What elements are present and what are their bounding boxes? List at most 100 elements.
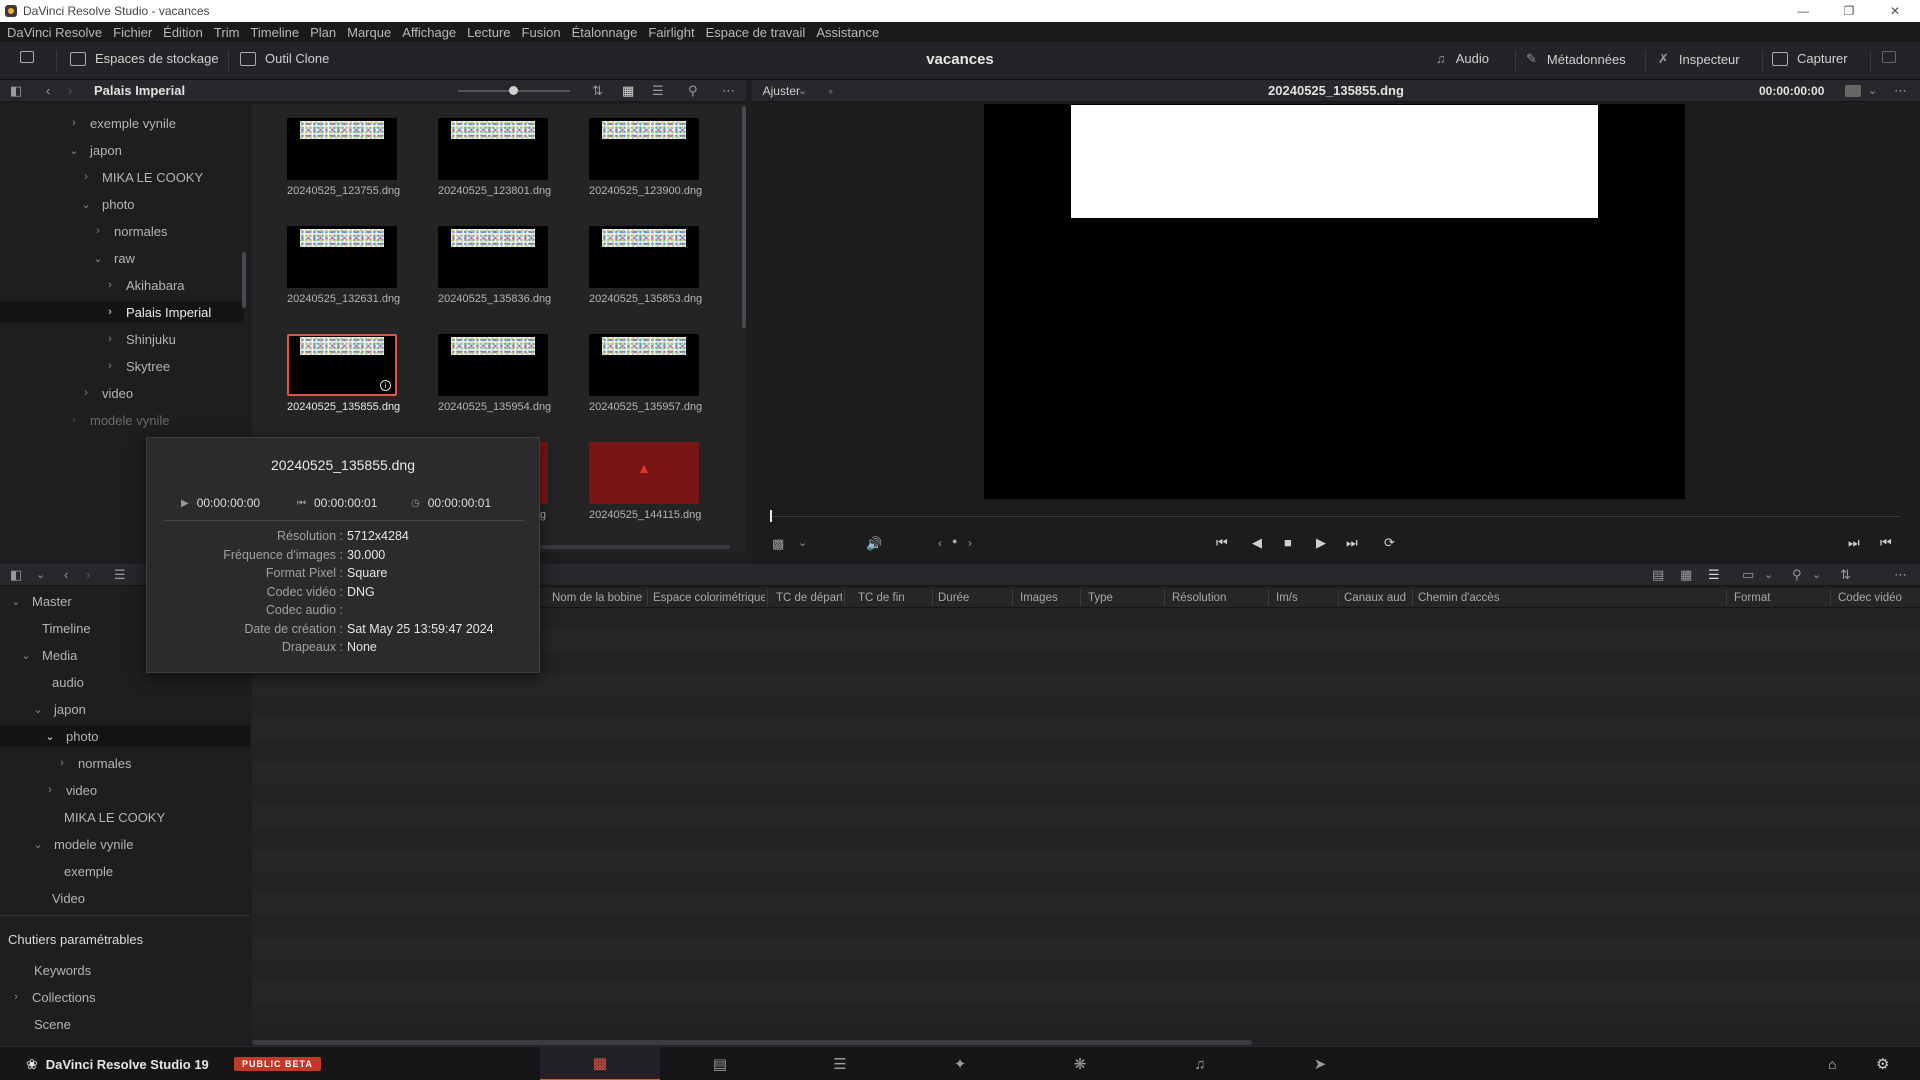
menu-etalonnage[interactable]: Étalonnage <box>572 25 638 40</box>
sort-icon[interactable]: ⇅ <box>592 83 603 99</box>
page-media[interactable]: ▩ <box>540 1047 660 1080</box>
forward-icon[interactable]: › <box>86 567 90 582</box>
mark-in-icon[interactable]: ⏭ <box>1848 535 1860 551</box>
bin-normales[interactable]: › normales <box>56 752 131 774</box>
col-resolution[interactable]: Résolution <box>1172 592 1252 604</box>
play-reverse-icon[interactable]: ◀ <box>1252 535 1262 551</box>
page-cut[interactable]: ▤ <box>660 1047 780 1080</box>
viewer-canvas[interactable] <box>984 104 1685 499</box>
filter-icon[interactable]: ☰ <box>114 567 126 583</box>
scrubber-track[interactable] <box>770 516 1900 517</box>
col-duration[interactable]: Durée <box>938 592 998 604</box>
grid-view-icon[interactable]: ▦ <box>1680 567 1692 583</box>
bin-modele-vynile[interactable]: ⌄ modele vynile <box>32 833 133 855</box>
search-icon[interactable]: ⚲ <box>1792 567 1802 583</box>
bin-exemple[interactable]: exemple <box>64 860 113 882</box>
jog-left-icon[interactable]: ‹ <box>938 536 942 550</box>
clip-thumbnail[interactable]: 20240525_135957.dng <box>589 334 702 413</box>
col-start-tc[interactable]: TC de départ <box>776 592 842 604</box>
panel-collapse-button[interactable] <box>20 51 34 63</box>
bin-video[interactable]: › video <box>44 779 97 801</box>
chevron-down-icon[interactable]: ⌄ <box>1868 84 1877 97</box>
clip-thumbnail[interactable]: 20240525_123801.dng <box>438 118 551 197</box>
clip-thumbnail[interactable]: 20240525_123900.dng <box>589 118 702 197</box>
col-type[interactable]: Type <box>1088 592 1148 604</box>
clip-thumbnail[interactable]: 20240525_135853.dng <box>589 226 702 305</box>
minimize-icon[interactable]: — <box>1780 0 1826 22</box>
clone-tool-button[interactable]: Outil Clone <box>240 51 329 66</box>
menu-espace-de-travail[interactable]: Espace de travail <box>706 25 806 40</box>
jog-dot-icon[interactable]: ● <box>952 536 957 546</box>
tree-item-exemple-vynile[interactable]: › exemple vynile <box>68 112 176 134</box>
grid-view-icon[interactable]: ▦ <box>622 83 634 99</box>
menu-edition[interactable]: Édition <box>163 25 203 40</box>
more-options-icon[interactable]: ⋯ <box>1894 567 1907 583</box>
col-format[interactable]: Format <box>1734 592 1794 604</box>
page-color[interactable]: ❋ <box>1020 1047 1140 1080</box>
bin-audio[interactable]: audio <box>52 671 84 693</box>
bin-master[interactable]: ⌄ Master <box>10 590 71 612</box>
storage-button[interactable]: Espaces de stockage <box>70 51 219 66</box>
chevron-down-icon[interactable]: ⌄ <box>798 536 807 549</box>
chevron-down-icon[interactable]: ⌄ <box>36 568 45 581</box>
play-icon[interactable]: ▶ <box>1316 535 1326 551</box>
capture-button[interactable]: Capturer <box>1772 51 1848 66</box>
menu-davinci-resolve[interactable]: DaVinci Resolve <box>7 25 102 40</box>
close-icon[interactable]: ✕ <box>1872 0 1918 22</box>
col-audio-channels[interactable]: Canaux aud <box>1344 592 1408 604</box>
forward-icon[interactable]: › <box>68 83 72 98</box>
back-icon[interactable]: ‹ <box>46 83 50 98</box>
menu-marque[interactable]: Marque <box>347 25 391 40</box>
monitor-button[interactable] <box>1882 51 1896 63</box>
menu-affichage[interactable]: Affichage <box>402 25 456 40</box>
smart-bin-collections[interactable]: › Collections <box>10 986 95 1008</box>
clip-thumbnail-selected[interactable]: i 20240525_135855.dng <box>287 334 400 413</box>
tree-scrollbar[interactable] <box>242 252 246 308</box>
pool-hscrollbar[interactable] <box>252 1040 1252 1045</box>
loop-icon[interactable]: ⟳ <box>1384 535 1395 551</box>
grid-scrollbar[interactable] <box>742 106 746 328</box>
clip-thumbnail[interactable]: 20240525_135954.dng <box>438 334 551 413</box>
viewer-mode-icon[interactable]: ▩ <box>772 536 784 552</box>
metadata-button[interactable]: ✎ Métadonnées <box>1526 51 1626 67</box>
tree-item-skytree[interactable]: › Skytree <box>104 355 170 377</box>
tree-item-modele-vynile[interactable]: › modele vynile <box>68 409 169 431</box>
bin-japon[interactable]: ⌄ japon <box>32 698 85 720</box>
clip-thumbnail-warning[interactable]: ▲ 20240525_144115.dng <box>589 442 701 521</box>
page-deliver[interactable]: ➤ <box>1260 1047 1380 1080</box>
page-fairlight[interactable]: ♫ <box>1140 1047 1260 1080</box>
zoom-select[interactable]: Ajuster <box>758 84 800 98</box>
clip-thumbnail[interactable]: 20240525_123755.dng <box>287 118 400 197</box>
info-icon[interactable]: i <box>380 380 391 391</box>
fx-icon[interactable] <box>1845 85 1861 97</box>
clip-filter-icon[interactable]: ▭ <box>1742 567 1754 583</box>
page-edit[interactable]: ☰ <box>780 1047 900 1080</box>
col-fps[interactable]: Im/s <box>1276 592 1326 604</box>
metadata-view-icon[interactable]: ▤ <box>1652 567 1664 583</box>
home-icon[interactable]: ⌂ <box>1828 1056 1836 1072</box>
menu-trim[interactable]: Trim <box>214 25 240 40</box>
search-icon[interactable]: ⚲ <box>688 83 698 99</box>
menu-plan[interactable]: Plan <box>310 25 336 40</box>
bin-photo[interactable]: ⌄ photo <box>0 725 250 747</box>
list-view-icon[interactable]: ☰ <box>652 83 664 99</box>
menu-lecture[interactable]: Lecture <box>467 25 510 40</box>
back-icon[interactable]: ‹ <box>64 567 68 582</box>
tree-item-mika-le-cooky[interactable]: › MIKA LE COOKY <box>80 166 203 188</box>
chevron-down-icon[interactable]: ⌄ <box>1764 568 1773 581</box>
col-frames[interactable]: Images <box>1020 592 1080 604</box>
col-file-path[interactable]: Chemin d'accès <box>1418 592 1538 604</box>
page-fusion[interactable]: ✦ <box>900 1047 1020 1080</box>
list-view-icon[interactable]: ☰ <box>1708 567 1720 583</box>
inspector-button[interactable]: ✗ Inspecteur <box>1658 51 1740 67</box>
tree-item-normales[interactable]: › normales <box>92 220 167 242</box>
mark-out-icon[interactable]: ⏮ <box>1880 535 1892 551</box>
tree-item-video[interactable]: › video <box>80 382 133 404</box>
menu-timeline[interactable]: Timeline <box>250 25 299 40</box>
tree-item-shinjuku[interactable]: › Shinjuku <box>104 328 176 350</box>
clip-thumbnail[interactable]: 20240525_132631.dng <box>287 226 400 305</box>
tree-item-palais-imperial[interactable]: › Palais Imperial <box>0 301 244 323</box>
tree-item-raw[interactable]: ⌄ raw <box>92 247 135 269</box>
sidebar-toggle-icon[interactable]: ◧ <box>10 567 22 583</box>
bin-timeline[interactable]: Timeline <box>42 617 91 639</box>
